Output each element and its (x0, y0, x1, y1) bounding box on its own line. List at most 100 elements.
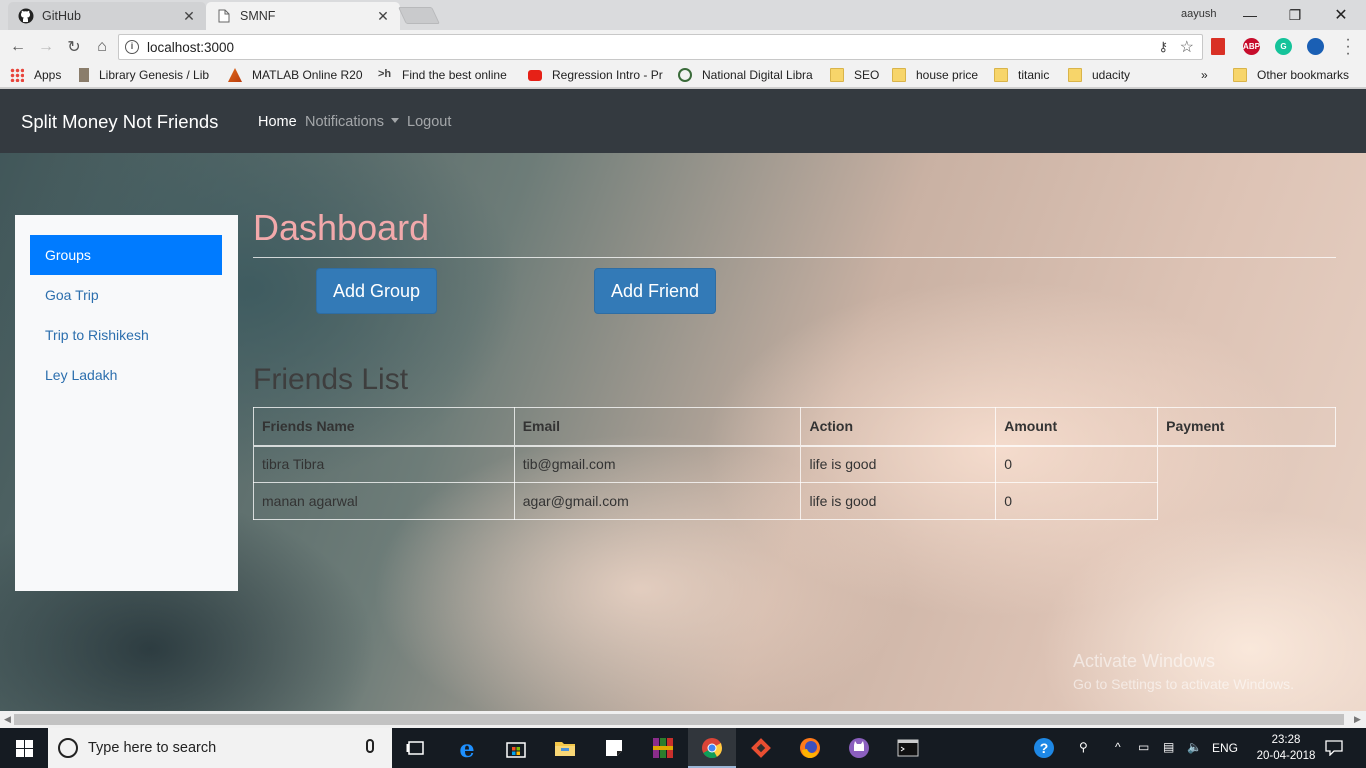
friends-table: Friends Name Email Action Amount Payment… (253, 407, 1336, 520)
people-icon[interactable]: ⚲ (1079, 740, 1088, 754)
page-icon (216, 8, 232, 24)
tab-title: SMNF (240, 9, 276, 23)
key-icon[interactable]: ⚷ (1158, 39, 1168, 55)
other-bookmarks[interactable]: Other bookmarks (1233, 68, 1363, 82)
tab-smnf[interactable]: SMNF ✕ (206, 2, 400, 30)
show-hidden-icons-icon[interactable]: ^ (1115, 740, 1121, 754)
youtube-icon (528, 69, 542, 81)
edge-icon[interactable]: e (455, 734, 479, 763)
cell-email: tib@gmail.com (513, 445, 802, 483)
network-icon[interactable]: ▤ (1163, 740, 1174, 754)
ndl-icon (678, 68, 692, 82)
extension-icon[interactable] (1307, 38, 1324, 55)
nav-logout[interactable]: Logout (407, 114, 451, 130)
scroll-right-icon[interactable]: ▶ (1354, 714, 1361, 725)
table-row: manan agarwal agar@gmail.com life is goo… (253, 482, 1336, 520)
cell-friend-name: manan agarwal (253, 482, 515, 520)
minimize-icon[interactable]: — (1227, 4, 1273, 26)
svg-text:?: ? (1040, 740, 1049, 756)
brand-link[interactable]: Split Money Not Friends (21, 111, 218, 133)
groups-sidebar: Groups Goa Trip Trip to Rishikesh Ley La… (15, 215, 238, 591)
sidebar-item-trip-to-rishikesh[interactable]: Trip to Rishikesh (30, 315, 222, 355)
more-bookmarks-button[interactable]: » (1201, 68, 1208, 82)
bookmark-ndl[interactable]: National Digital Libra (678, 68, 816, 82)
new-tab-button[interactable] (398, 7, 440, 24)
watermark-subtitle: Go to Settings to activate Windows. (1073, 676, 1294, 692)
chrome-menu-icon[interactable]: · · · (1343, 32, 1353, 62)
close-window-icon[interactable]: ✕ (1318, 4, 1364, 26)
watermark-title: Activate Windows (1073, 651, 1216, 671)
git-icon[interactable] (749, 736, 773, 760)
bookmark-matlab[interactable]: MATLAB Online R20 (228, 68, 364, 82)
bookmark-udacity[interactable]: udacity (1068, 68, 1138, 82)
sticky-notes-icon[interactable] (602, 736, 626, 760)
nav-notifications[interactable]: Notifications (305, 114, 399, 130)
bookmark-titanic[interactable]: titanic (994, 68, 1060, 82)
nav-home[interactable]: Home (258, 114, 297, 130)
column-header-friends-name: Friends Name (253, 407, 515, 447)
folder-icon (830, 68, 844, 82)
cell-payment (1158, 483, 1336, 520)
cat-app-icon[interactable] (847, 736, 871, 760)
add-group-button[interactable]: Add Group (316, 268, 437, 314)
cell-email: agar@gmail.com (513, 482, 802, 520)
action-center-icon[interactable] (1322, 736, 1346, 760)
profile-name[interactable]: aayush (1181, 8, 1216, 20)
address-bar[interactable]: i localhost:3000 ⚷ ☆ (118, 34, 1203, 60)
bookmark-ext-icon[interactable] (1211, 38, 1225, 55)
bookmark-seo[interactable]: SEO (830, 68, 882, 82)
terminal-icon[interactable] (896, 736, 920, 760)
file-explorer-icon[interactable] (553, 736, 577, 760)
sidebar-item-groups[interactable]: Groups (30, 235, 222, 275)
cell-action: life is good (800, 482, 997, 520)
horizontal-scrollbar[interactable]: ◀ ▶ (0, 711, 1366, 728)
chrome-icon[interactable] (700, 736, 724, 760)
bookmark-house-price[interactable]: house price (892, 68, 984, 82)
scroll-left-icon[interactable]: ◀ (4, 714, 11, 725)
help-icon[interactable]: ? (1032, 736, 1056, 760)
bookmark-apps[interactable]: Apps (10, 68, 70, 82)
forward-icon[interactable]: → (35, 36, 57, 58)
volume-icon[interactable]: 🔈 (1187, 740, 1202, 754)
sidebar-item-ley-ladakh[interactable]: Ley Ladakh (30, 355, 222, 395)
bookmark-hackerrank[interactable]: >h Find the best online (378, 68, 512, 82)
sidebar-item-goa-trip[interactable]: Goa Trip (30, 275, 222, 315)
bookmark-library-genesis[interactable]: Library Genesis / Lib (79, 68, 213, 82)
restore-icon[interactable]: ❐ (1272, 4, 1318, 26)
close-tab-icon[interactable]: ✕ (182, 8, 196, 25)
table-header-row: Friends Name Email Action Amount Payment (253, 407, 1336, 447)
battery-icon[interactable]: ▭ (1138, 740, 1149, 754)
star-icon[interactable]: ☆ (1180, 37, 1194, 57)
home-icon[interactable]: ⌂ (91, 36, 113, 58)
cell-action: life is good (800, 445, 997, 483)
reload-icon[interactable]: ↻ (63, 36, 85, 58)
app-navbar: Split Money Not Friends Home Notificatio… (0, 89, 1366, 153)
table-row: tibra Tibra tib@gmail.com life is good 0 (253, 445, 1336, 483)
firefox-icon[interactable] (798, 736, 822, 760)
taskbar-search[interactable]: Type here to search (48, 728, 392, 768)
language-indicator[interactable]: ENG (1212, 741, 1238, 755)
tab-github[interactable]: GitHub ✕ (8, 2, 206, 30)
folder-icon (892, 68, 906, 82)
scrollbar-thumb[interactable] (14, 714, 1344, 725)
task-view-icon[interactable] (404, 736, 428, 760)
activate-windows-watermark: Activate Windows Go to Settings to activ… (1073, 651, 1294, 692)
adblock-plus-icon[interactable]: ABP (1243, 38, 1260, 55)
cell-amount: 0 (995, 445, 1159, 483)
store-icon[interactable] (504, 736, 528, 760)
back-icon[interactable]: ← (7, 36, 29, 58)
grammarly-icon[interactable]: G (1275, 38, 1292, 55)
add-friend-button[interactable]: Add Friend (594, 268, 716, 314)
bookmark-youtube[interactable]: Regression Intro - Pr (528, 68, 664, 82)
apps-grid-icon (10, 68, 24, 82)
close-tab-icon[interactable]: ✕ (376, 8, 390, 25)
start-button[interactable] (0, 728, 48, 768)
winrar-icon[interactable] (651, 736, 675, 760)
clock-date: 20-04-2018 (1256, 750, 1316, 762)
divider (253, 257, 1336, 258)
column-header-email: Email (513, 407, 802, 447)
system-clock[interactable]: 23:28 20-04-2018 (1256, 732, 1316, 764)
microphone-icon[interactable] (366, 739, 374, 753)
dashboard-title: Dashboard (253, 207, 430, 248)
info-icon[interactable]: i (125, 40, 139, 54)
